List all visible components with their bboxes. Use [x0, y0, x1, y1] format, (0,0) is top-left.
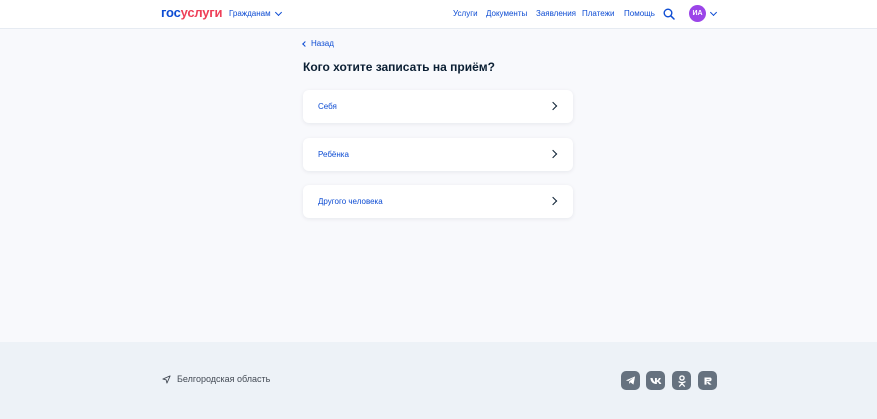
option-child[interactable]: Ребёнка — [303, 138, 573, 171]
nav-help[interactable]: Помощь — [624, 9, 655, 18]
user-avatar[interactable]: ИА — [689, 5, 706, 22]
nav-applications[interactable]: Заявления — [536, 9, 576, 18]
chevron-right-icon — [548, 149, 558, 159]
nav-payments[interactable]: Платежи — [582, 9, 614, 18]
page-title: Кого хотите записать на приём? — [303, 60, 495, 74]
region-selector[interactable]: Белгородская область — [162, 374, 270, 384]
region-name: Белгородская область — [177, 374, 271, 384]
chevron-down-icon[interactable] — [709, 8, 718, 17]
location-arrow-icon — [162, 374, 171, 384]
option-self[interactable]: Себя — [303, 90, 573, 123]
footer: Белгородская область — [0, 342, 877, 419]
top-header: госуслуги Гражданам Услуги Документы Зая… — [0, 0, 877, 29]
odnoklassniki-icon[interactable] — [672, 371, 691, 390]
back-link-label: Назад — [311, 39, 334, 48]
back-link[interactable]: Назад — [302, 39, 334, 48]
option-label: Ребёнка — [318, 150, 349, 159]
telegram-icon[interactable] — [621, 371, 640, 390]
vk-icon[interactable] — [646, 371, 665, 390]
option-other-person[interactable]: Другого человека — [303, 185, 573, 218]
citizens-menu-label: Гражданам — [229, 9, 271, 18]
chevron-right-icon — [548, 196, 558, 206]
chevron-down-icon — [274, 8, 282, 16]
option-label: Другого человека — [318, 197, 383, 206]
chevron-right-icon — [548, 101, 558, 111]
citizens-menu[interactable]: Гражданам — [229, 8, 282, 18]
nav-documents[interactable]: Документы — [486, 9, 527, 18]
option-label: Себя — [318, 102, 337, 111]
nav-services[interactable]: Услуги — [453, 9, 478, 18]
gosuslugi-logo[interactable]: госуслуги — [161, 5, 223, 20]
rutube-icon[interactable] — [698, 371, 717, 390]
search-icon[interactable] — [663, 8, 675, 20]
chevron-left-icon — [302, 40, 308, 47]
